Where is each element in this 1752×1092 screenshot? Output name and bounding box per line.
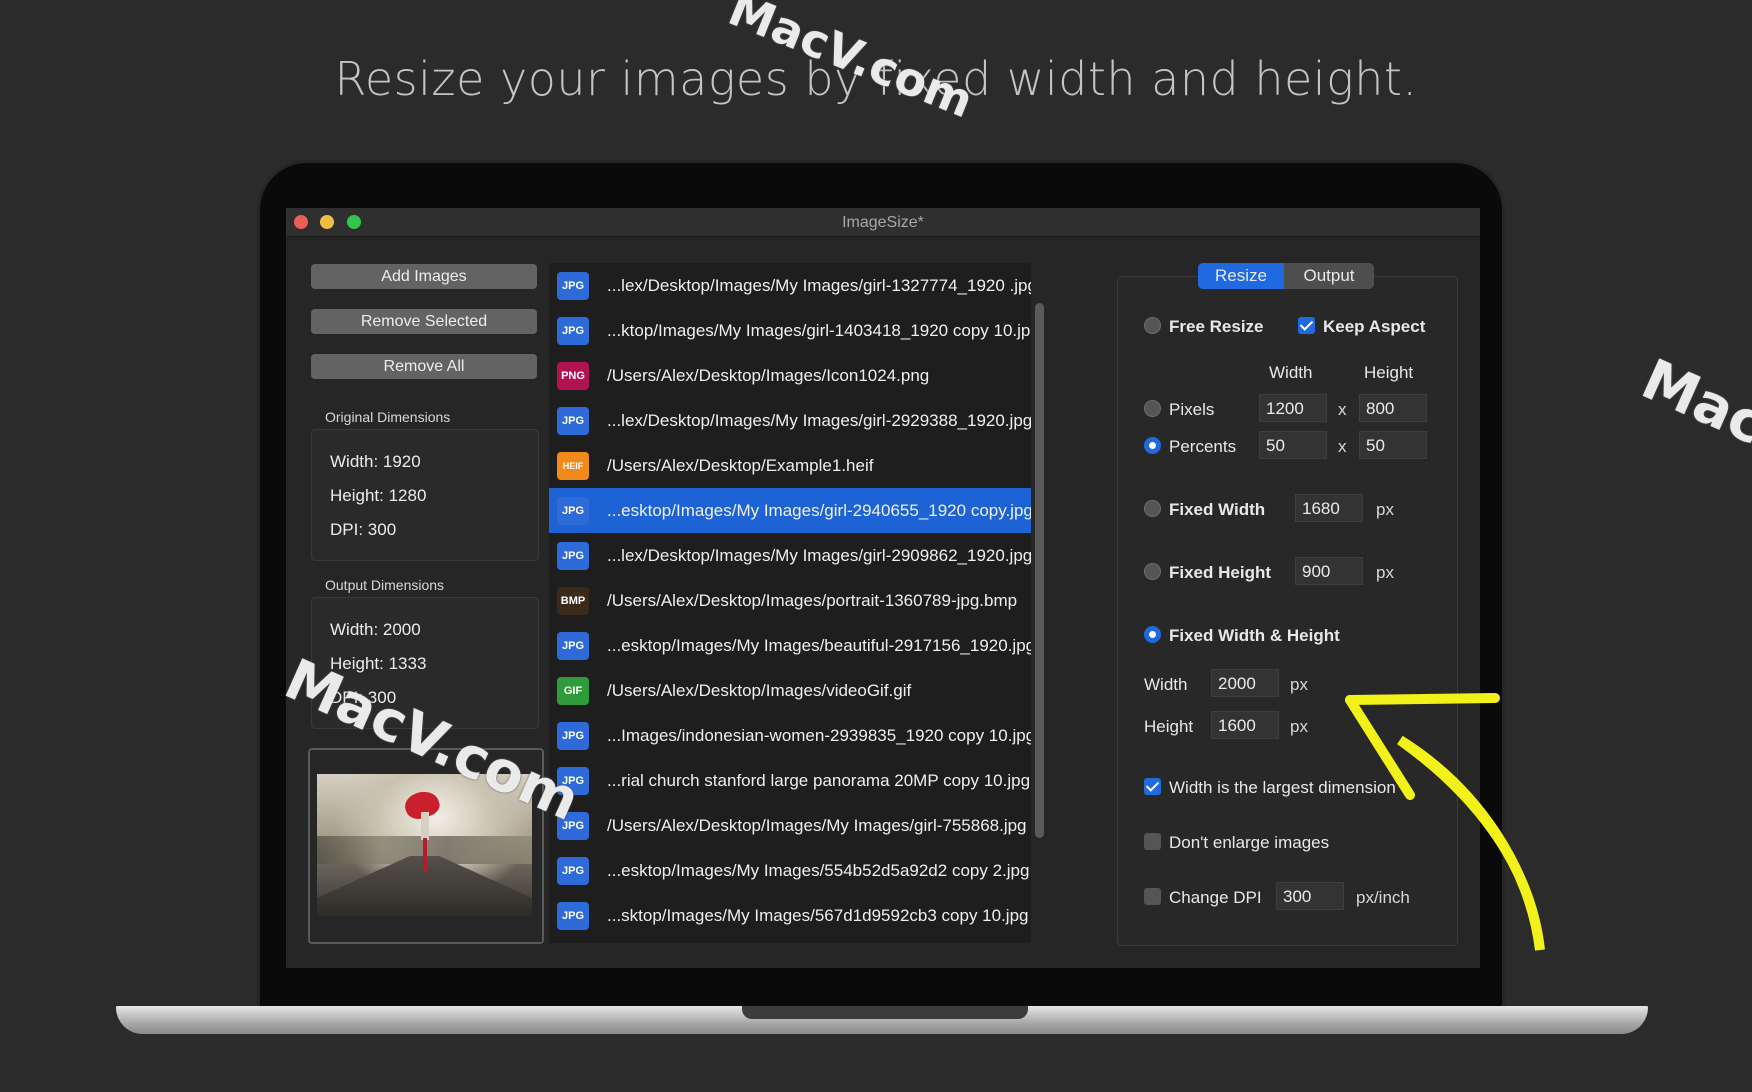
yellow-arrow-annotation bbox=[1345, 693, 1545, 951]
